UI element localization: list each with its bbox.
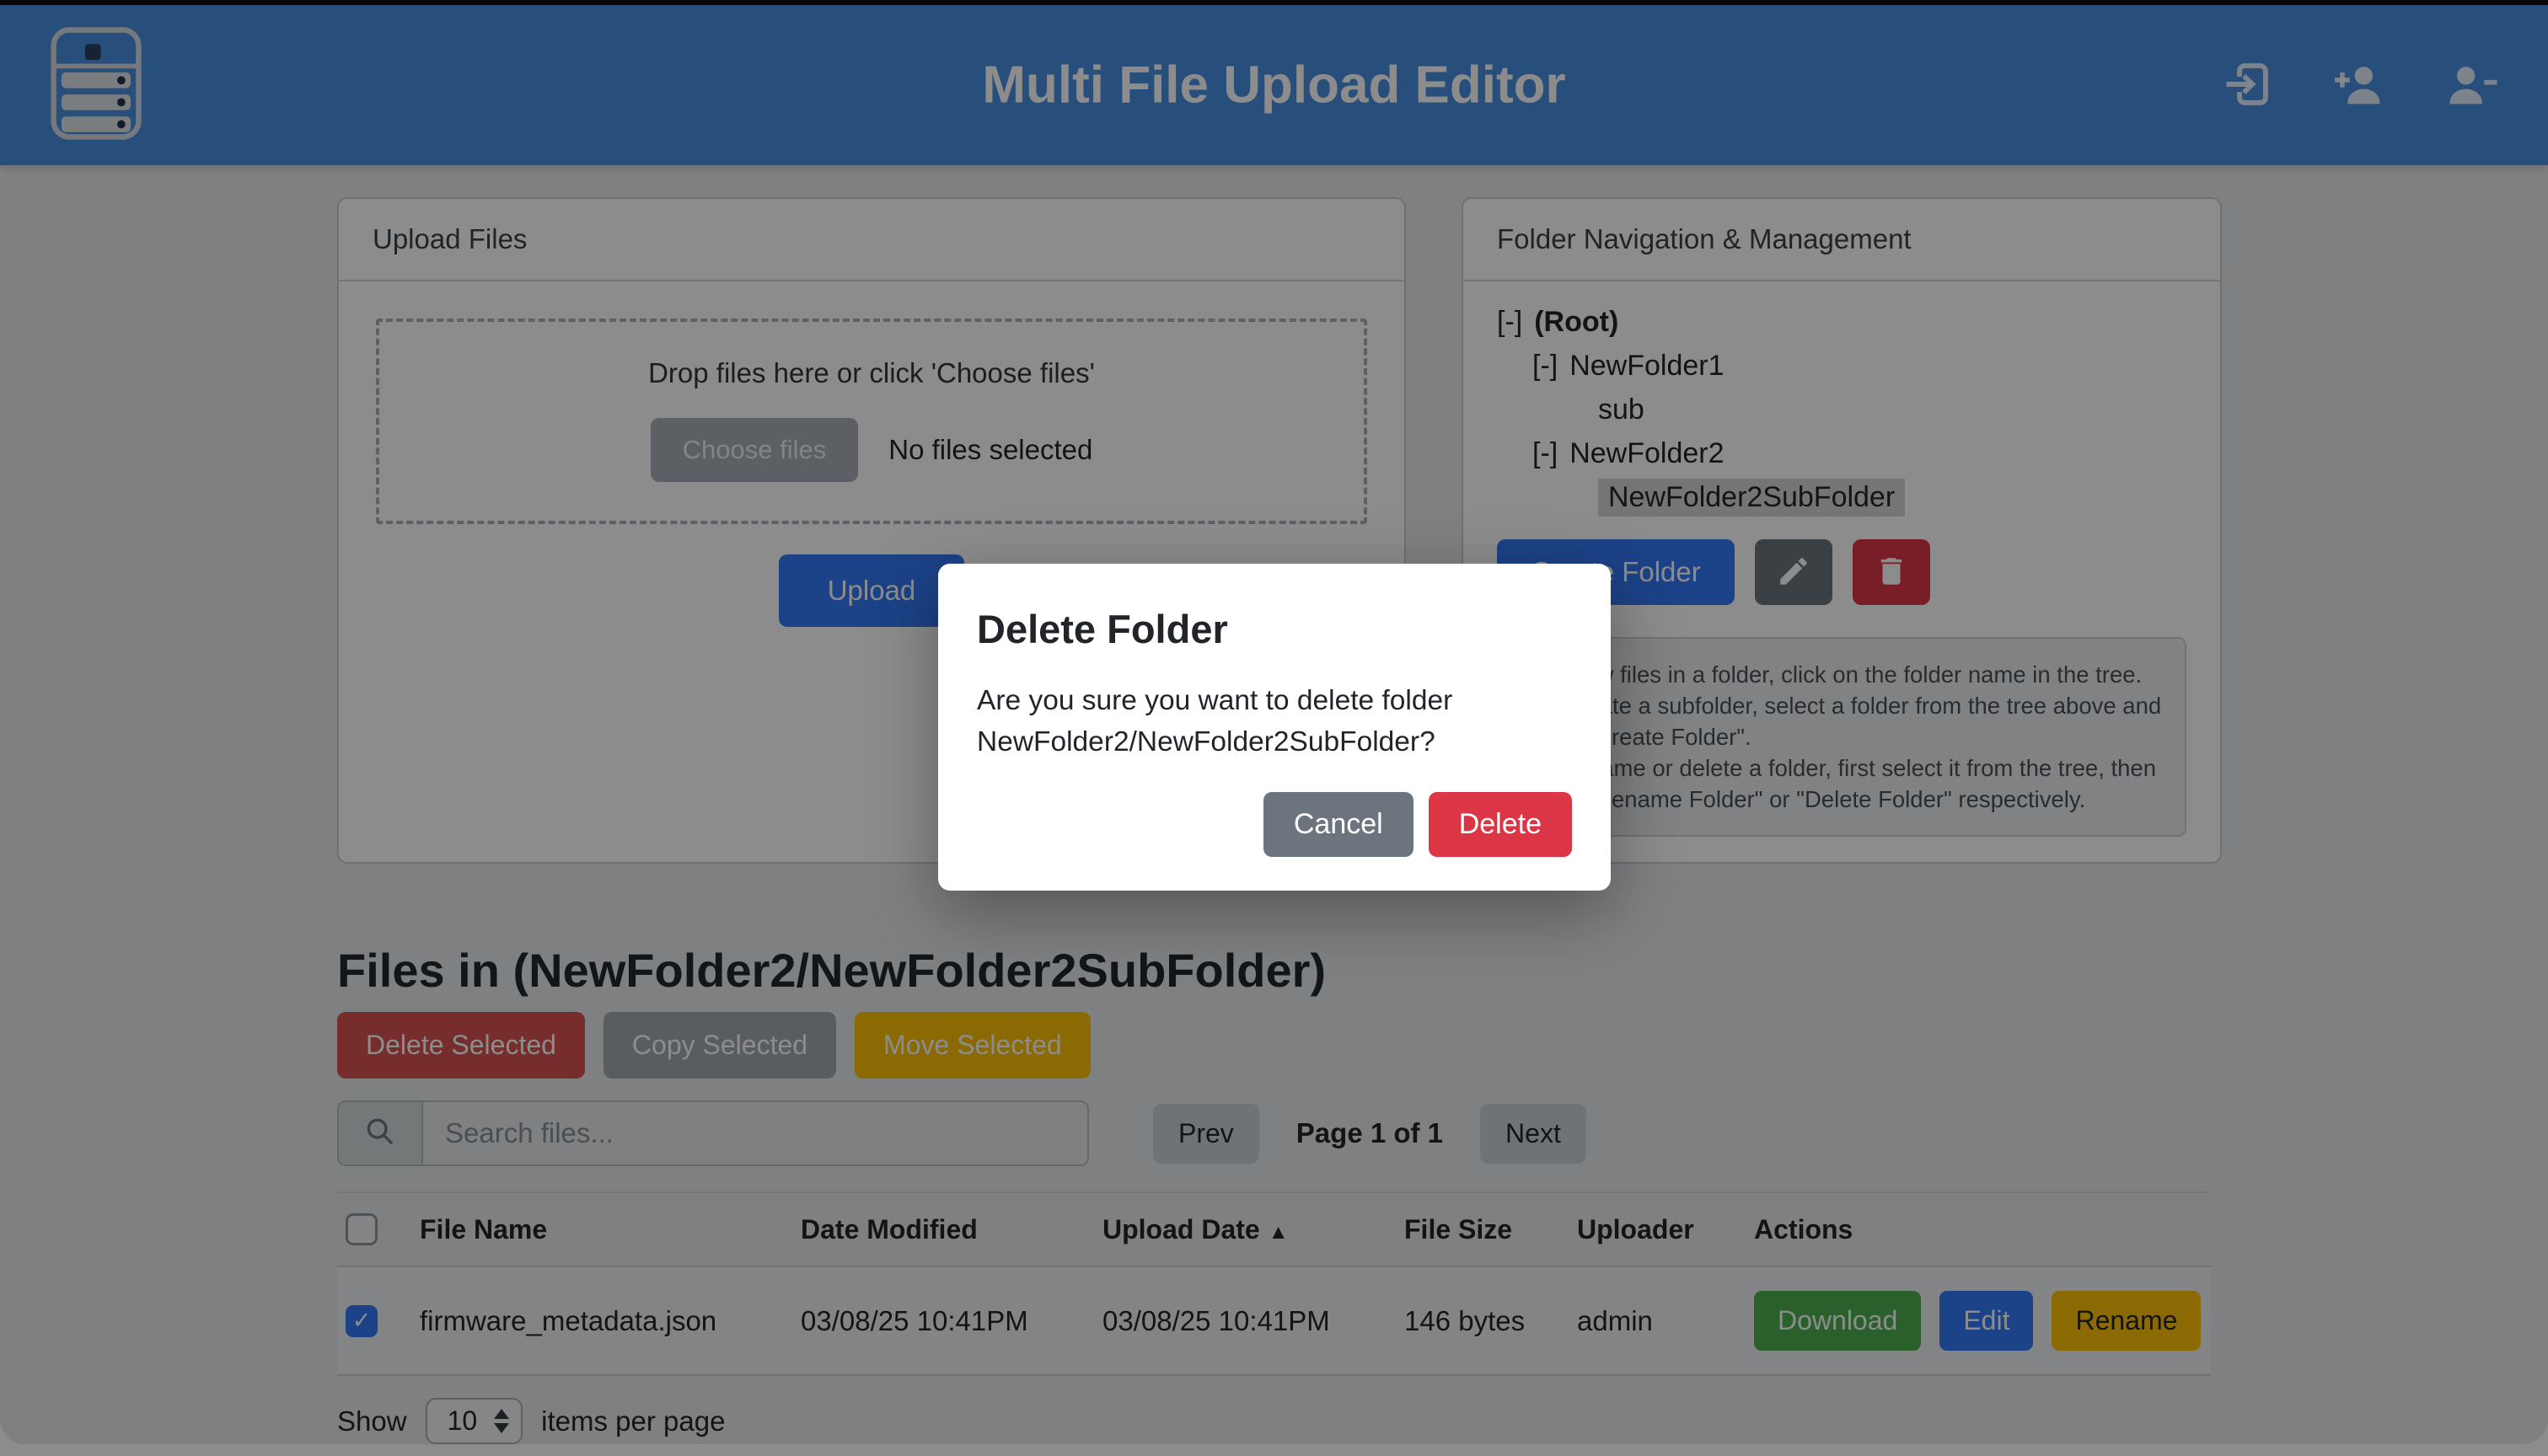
delete-folder-modal: Delete Folder Are you sure you want to d… [938,564,1611,891]
cancel-button[interactable]: Cancel [1263,792,1413,857]
delete-button[interactable]: Delete [1429,792,1572,857]
modal-message: Are you sure you want to delete folder N… [977,681,1516,763]
modal-title: Delete Folder [977,606,1572,652]
